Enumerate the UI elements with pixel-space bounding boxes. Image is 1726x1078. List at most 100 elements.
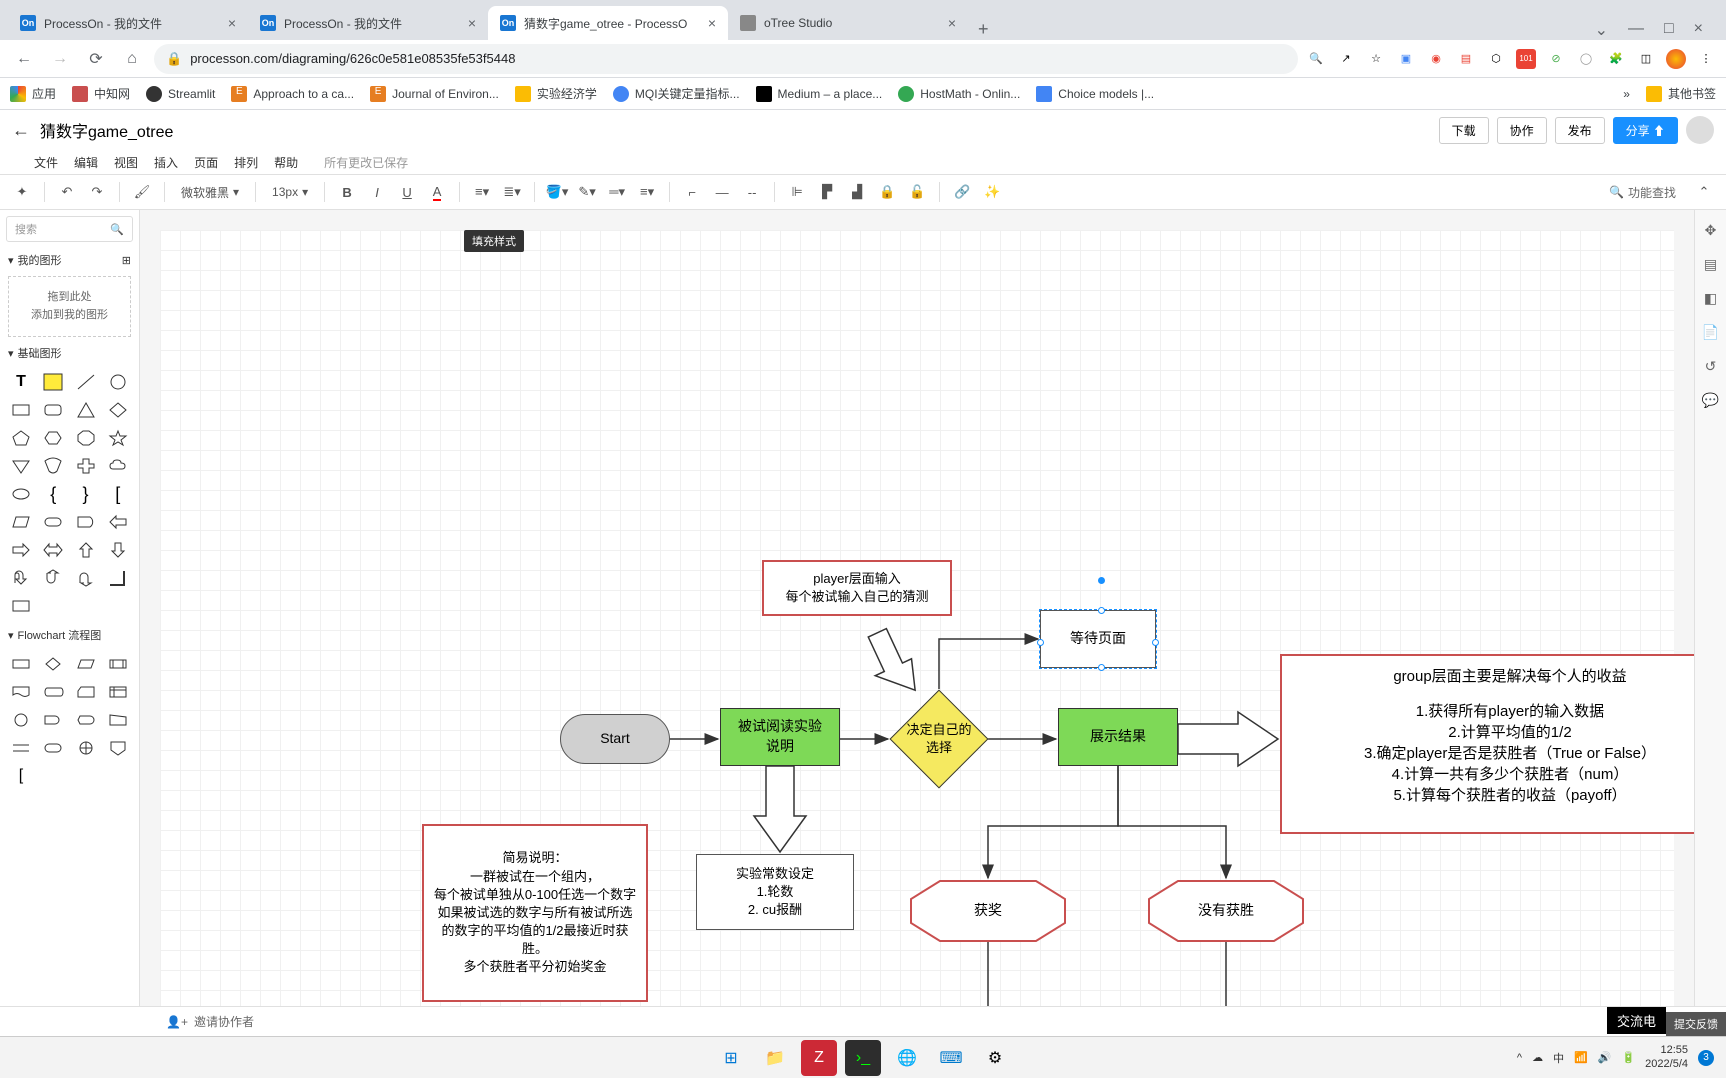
arrow-up-shape[interactable] [73,539,99,561]
flowchart-section[interactable]: ▾ Flowchart 流程图 [0,623,139,647]
theme-icon[interactable]: ◧ [1701,288,1721,308]
sidepanel-icon[interactable]: ◫ [1636,49,1656,69]
u-arrow-shape[interactable] [40,567,66,589]
rounded-rect-shape[interactable] [40,399,66,421]
bookmark-item[interactable]: Streamlit [146,86,215,102]
redo-button[interactable]: ↷ [85,180,109,204]
fc-data[interactable] [73,653,99,675]
other-bookmarks[interactable]: 其他书签 [1646,85,1716,102]
ext-3-icon[interactable]: ▤ [1456,49,1476,69]
close-icon[interactable]: × [948,15,956,31]
collab-button[interactable]: 协作 [1497,117,1547,144]
bookmark-item[interactable]: Medium – a place... [756,86,883,102]
canvas[interactable]: player层面输入 每个被试输入自己的猜测 Start 被试阅读实验 说明 决… [160,230,1674,1058]
wifi-icon[interactable]: 📶 [1574,1051,1588,1064]
share-button[interactable]: 分享 ⬆ [1613,117,1678,144]
fc-decision[interactable] [40,653,66,675]
tray-chevron-icon[interactable]: ^ [1517,1052,1522,1064]
fc-delay[interactable] [40,709,66,731]
font-size-select[interactable]: 13px ▾ [266,183,314,201]
cross-shape[interactable] [73,455,99,477]
arrow-left-shape[interactable] [105,511,131,533]
reload-button[interactable]: ⟳ [82,45,110,73]
fc-extract[interactable] [8,737,34,759]
line-style-button[interactable]: ≡▾ [635,180,659,204]
profile-icon[interactable] [1666,49,1686,69]
ai-button[interactable]: ✦ [10,180,34,204]
fc-display[interactable] [73,709,99,731]
apps-button[interactable]: 应用 [10,85,56,102]
close-icon[interactable]: × [468,15,476,31]
frame-shape[interactable] [8,595,34,617]
shape-drop-zone[interactable]: 拖到此处 添加到我的图形 [8,276,131,337]
bring-front-button[interactable]: ▛ [815,180,839,204]
brace-right-shape[interactable]: } [73,483,99,505]
diamond-shape[interactable] [105,399,131,421]
fill-color-button[interactable]: 🪣▾ [545,180,569,204]
ellipse-shape[interactable] [8,483,34,505]
u-arrow2-shape[interactable] [73,567,99,589]
bookmark-item[interactable]: 中知网 [72,85,130,102]
shape-search-input[interactable]: 搜索 🔍 [6,216,133,242]
extensions-icon[interactable]: 🧩 [1606,49,1626,69]
octagon-shape[interactable] [73,427,99,449]
pentagon-shape[interactable] [8,427,34,449]
comment-icon[interactable]: 💬 [1701,390,1721,410]
ext-6-icon[interactable]: ⊘ [1546,49,1566,69]
star-icon[interactable]: ☆ [1366,49,1386,69]
search-function[interactable]: 🔍 功能查找 [1609,184,1676,201]
start-button[interactable]: ⊞ [713,1040,749,1076]
ext-4-icon[interactable]: ⬡ [1486,49,1506,69]
font-family-select[interactable]: 微软雅黑 ▾ [175,182,245,203]
basic-shapes-section[interactable]: ▾ 基础图形 [0,341,139,365]
zotero-app[interactable]: Z [801,1040,837,1076]
corner-arrow-shape[interactable] [105,567,131,589]
chrome-app[interactable]: 🌐 [889,1040,925,1076]
bookmark-item[interactable]: 实验经济学 [515,85,597,102]
clock[interactable]: 12:55 2022/5/4 [1645,1044,1688,1070]
hexagon-shape[interactable] [40,427,66,449]
tab-2[interactable]: On ProcessOn - 我的文件 × [248,6,488,40]
node-decide[interactable]: 决定自己的 选择 [890,690,988,788]
layers-icon[interactable]: ▤ [1701,254,1721,274]
fc-internal[interactable] [105,681,131,703]
rounded-shape[interactable] [40,511,66,533]
menu-page[interactable]: 页面 [194,154,218,171]
fc-manual[interactable] [105,709,131,731]
ext-5-icon[interactable]: 101 [1516,49,1536,69]
new-tab-button[interactable]: + [968,19,999,40]
vscode-app[interactable]: ⌨ [933,1040,969,1076]
canvas-area[interactable]: player层面输入 每个被试输入自己的猜测 Start 被试阅读实验 说明 决… [140,210,1694,1078]
text-color-button[interactable]: A [425,180,449,204]
my-shapes-section[interactable]: ▾ 我的图形 ⊞ [0,248,139,272]
document-title[interactable]: 猜数字game_otree [40,118,173,142]
italic-button[interactable]: I [365,180,389,204]
back-button[interactable]: ← [10,45,38,73]
bookmark-overflow[interactable]: » [1623,87,1630,101]
battery-icon[interactable]: 🔋 [1621,1051,1635,1064]
bookmark-item[interactable]: HostMath - Onlin... [898,86,1020,102]
node-player-input[interactable]: player层面输入 每个被试输入自己的猜测 [762,560,952,616]
forward-button[interactable]: → [46,45,74,73]
bookmark-item[interactable]: MQI关键定量指标... [613,85,740,102]
triangle-shape[interactable] [73,399,99,421]
node-read-instructions[interactable]: 被试阅读实验 说明 [720,708,840,766]
lock-button[interactable]: 🔒 [875,180,899,204]
fc-card[interactable] [73,681,99,703]
parallelogram-shape[interactable] [8,511,34,533]
fc-process[interactable] [8,653,34,675]
ext-2-icon[interactable]: ◉ [1426,49,1446,69]
onedrive-icon[interactable]: ☁ [1532,1051,1543,1064]
align-button[interactable]: ≡▾ [470,180,494,204]
navigator-icon[interactable]: ✥ [1701,220,1721,240]
bracket-shape[interactable]: [ [105,483,131,505]
arrow-both-shape[interactable] [40,539,66,561]
format-painter-button[interactable]: 🖌 [130,180,154,204]
settings-app[interactable]: ⚙ [977,1040,1013,1076]
node-params[interactable]: 实验常数设定 1.轮数 2. cu报酬 [696,854,854,930]
trapezoid-shape[interactable] [40,455,66,477]
terminal-app[interactable]: ›_ [845,1040,881,1076]
rect-shape[interactable] [8,399,34,421]
line-shape[interactable] [73,371,99,393]
zoom-icon[interactable]: 🔍 [1306,49,1326,69]
